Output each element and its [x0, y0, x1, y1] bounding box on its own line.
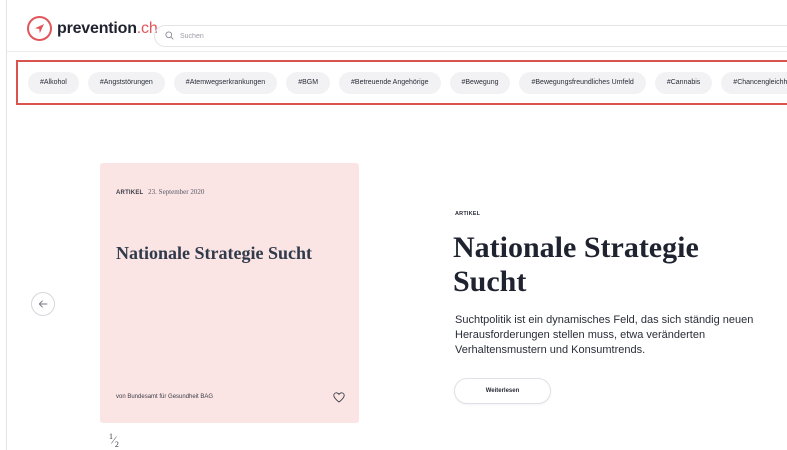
tag-cannabis[interactable]: #Cannabis — [654, 71, 713, 94]
pagination-current: 1 — [109, 432, 113, 441]
carousel-prev-button[interactable] — [31, 292, 55, 316]
detail-description: Suchtpolitik ist ein dynamisches Feld, d… — [455, 314, 754, 356]
tag-bgm[interactable]: #BGM — [286, 71, 331, 94]
detail-type-label: ARTIKEL — [455, 211, 481, 217]
card-type-label: ARTIKEL — [116, 190, 144, 196]
logo-wordmark: prevention.ch — [57, 19, 158, 37]
heart-icon[interactable] — [333, 390, 347, 404]
tag-angststoerungen[interactable]: #Angststörungen — [87, 71, 165, 94]
topic-tag-bar: #Alkohol #Angststörungen #Atemwegserkran… — [16, 60, 787, 105]
detail-title: Nationale Strategie Sucht — [453, 231, 699, 298]
pagination-total: 2 — [114, 439, 119, 449]
search-icon[interactable] — [165, 27, 174, 45]
page-frame-border — [6, 0, 7, 450]
read-more-button[interactable]: Weiterlesen — [454, 378, 551, 404]
tag-bewegungsfreundliches-umfeld[interactable]: #Bewegungsfreundliches Umfeld — [519, 71, 646, 94]
tag-chancengleichheit[interactable]: #Chancengleichheit — [721, 71, 787, 94]
tag-alkohol[interactable]: #Alkohol — [28, 71, 79, 94]
site-logo[interactable]: prevention.ch — [27, 16, 158, 41]
card-author: von Bundesamt für Gesundheit BAG — [116, 394, 214, 400]
search-input[interactable] — [180, 32, 740, 40]
arrow-left-icon — [38, 295, 48, 313]
carousel-pagination: 1⁄2 — [109, 432, 119, 449]
card-title[interactable]: Nationale Strategie Sucht — [116, 243, 351, 265]
compass-arrow-icon — [27, 16, 52, 41]
search-bar[interactable] — [154, 25, 787, 47]
card-meta: ARTIKEL 23. September 2020 — [116, 188, 204, 196]
site-header: prevention.ch — [7, 0, 787, 52]
card-date: 23. September 2020 — [148, 188, 205, 196]
tag-bewegung[interactable]: #Bewegung — [449, 71, 511, 94]
article-card[interactable]: ARTIKEL 23. September 2020 Nationale Str… — [100, 163, 359, 423]
tag-atemwegserkrankungen[interactable]: #Atemwegserkrankungen — [173, 71, 278, 94]
tag-betreuende-angehoerige[interactable]: #Betreuende Angehörige — [339, 71, 441, 94]
